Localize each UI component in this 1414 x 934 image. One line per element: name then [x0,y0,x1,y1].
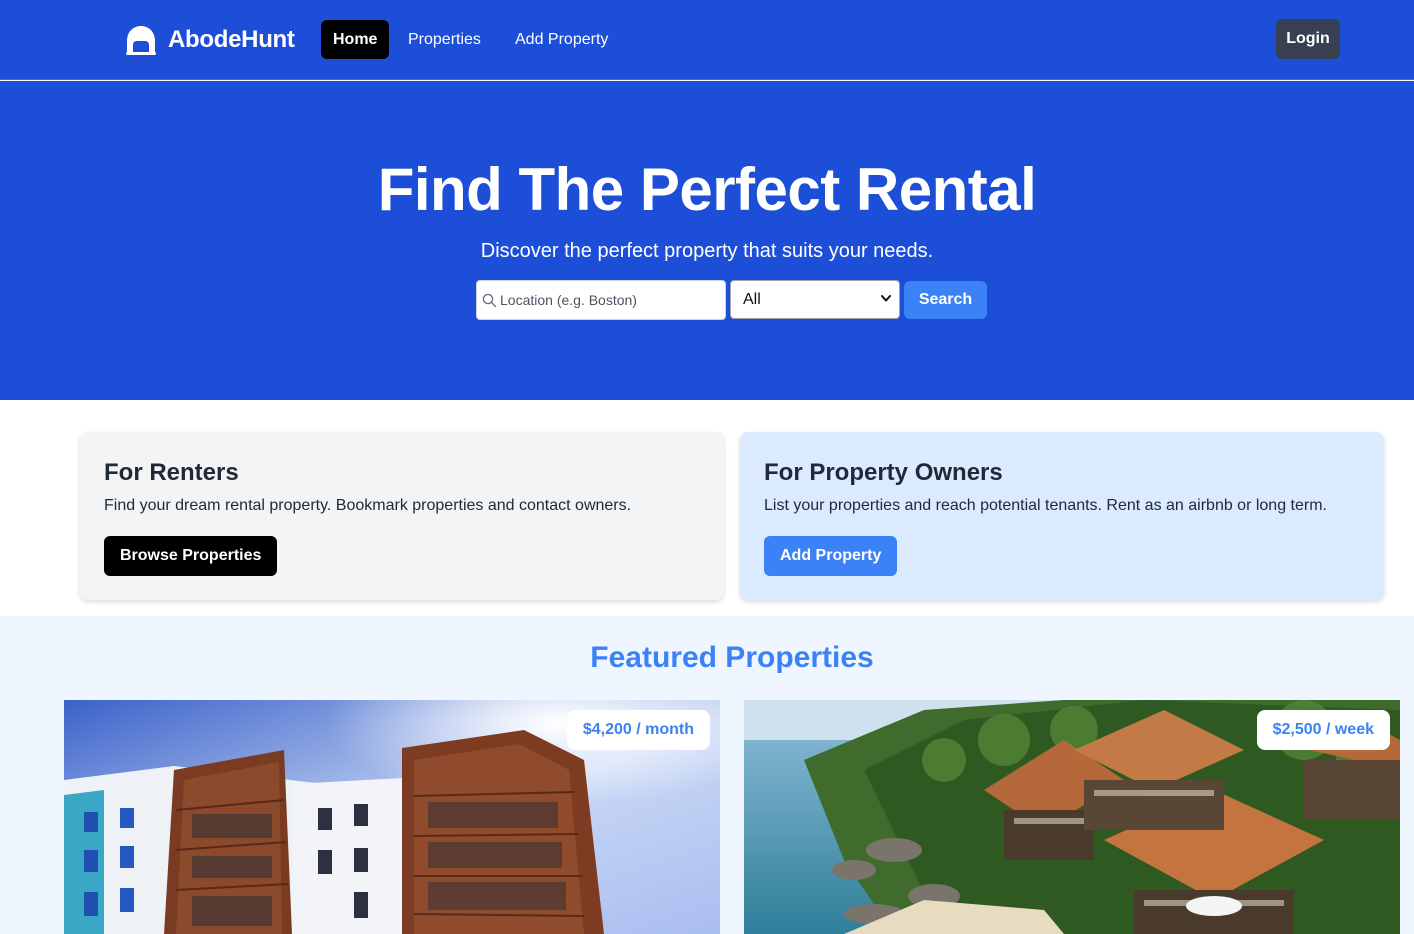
nav-link-add-property[interactable]: Add Property [503,20,620,59]
property-price-badge: $4,200 / month [566,710,710,750]
house-logo-icon [126,26,156,55]
property-price-badge: $2,500 / week [1256,710,1390,750]
login-button[interactable]: Login [1276,19,1340,59]
search-icon [482,293,497,308]
property-type-selected: All [743,291,761,308]
hero-subtitle: Discover the perfect property that suits… [480,240,934,262]
navbar: AbodeHunt Home Properties Add Property L… [0,0,1414,80]
brand-logo-link[interactable]: AbodeHunt [124,20,295,60]
nav-link-properties[interactable]: Properties [396,20,493,59]
brand-name: AbodeHunt [168,26,295,53]
owners-card: For Property Owners List your properties… [740,432,1384,600]
owners-card-title: For Property Owners [764,459,1003,486]
chevron-down-icon [881,295,891,302]
hero-title: Find The Perfect Rental [377,156,1037,223]
location-search-input[interactable] [500,281,720,319]
search-button[interactable]: Search [904,281,987,319]
add-property-button[interactable]: Add Property [764,536,898,576]
nav-link-home[interactable]: Home [321,20,390,59]
renters-card-title: For Renters [104,459,239,486]
browse-properties-button[interactable]: Browse Properties [104,536,278,576]
featured-title: Featured Properties [590,641,874,674]
renters-card: For Renters Find your dream rental prope… [80,432,724,600]
featured-property-card[interactable]: $4,200 / month [64,700,720,934]
featured-section: Featured Properties $4,200 / month $2,50… [0,616,1414,934]
featured-property-card[interactable]: $2,500 / week [744,700,1400,934]
renters-card-text: Find your dream rental property. Bookmar… [104,497,632,514]
property-type-select[interactable]: All [730,280,900,319]
owners-card-text: List your properties and reach potential… [764,497,1327,514]
hero-section: Find The Perfect Rental Discover the per… [0,81,1414,400]
location-search-field[interactable] [476,280,726,320]
